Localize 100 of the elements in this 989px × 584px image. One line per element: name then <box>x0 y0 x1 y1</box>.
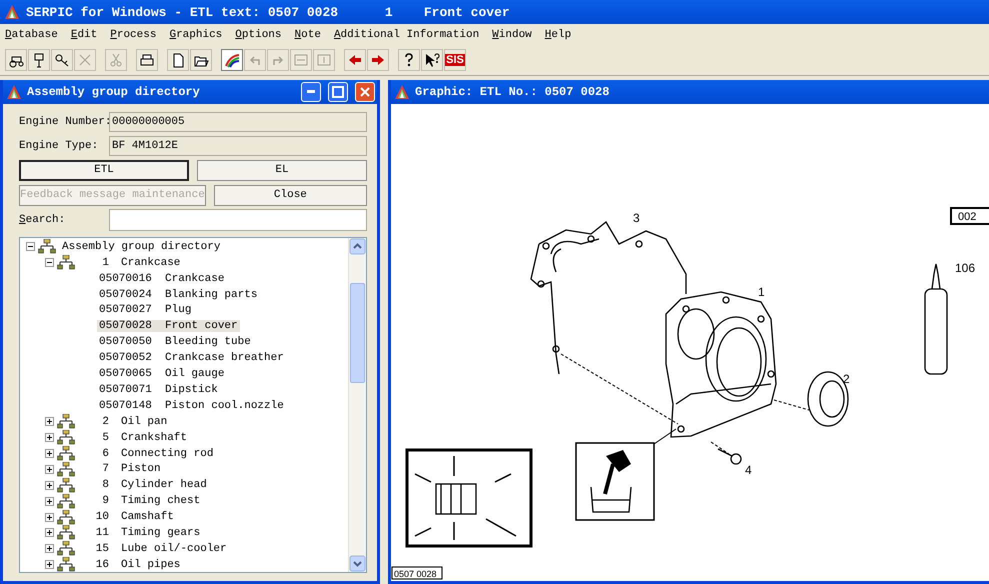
tree-item[interactable]: Connecting rod <box>119 448 216 460</box>
group-number: 15 <box>94 542 109 555</box>
tree-node-icon <box>38 239 56 254</box>
expand-icon[interactable] <box>45 417 54 426</box>
sis-button[interactable]: SIS <box>444 49 466 72</box>
window-title: SERPIC for Windows - ETL text: 0507 0028 1 Front cover <box>26 4 510 20</box>
scroll-up-icon[interactable] <box>349 238 366 255</box>
key-button[interactable] <box>51 49 73 72</box>
tree-node-icon <box>57 510 75 525</box>
fit-width-icon <box>293 52 309 68</box>
sheet-tag: 002 <box>950 206 989 225</box>
push-button[interactable]: Close <box>214 184 367 206</box>
tree-item[interactable]: 05070071 Dipstick <box>97 384 220 396</box>
tree-item[interactable]: 05070052 Crankcase breather <box>97 352 286 364</box>
menu-item[interactable]: Help <box>544 29 572 42</box>
expand-icon[interactable] <box>45 433 54 442</box>
folder-button[interactable] <box>190 49 212 72</box>
group-number: 1 <box>101 256 109 269</box>
rainbow-button[interactable] <box>221 49 243 72</box>
window-title: Graphic: ETL No.: 0507 0028 <box>415 84 610 99</box>
push-button[interactable]: ETL <box>19 160 189 181</box>
document-button[interactable] <box>167 49 189 72</box>
app-logo-icon <box>4 4 20 20</box>
read-only-field: 00000000005 <box>109 112 367 132</box>
minimize-icon <box>307 90 315 94</box>
callout-number: 1 <box>758 284 765 299</box>
group-number: 2 <box>101 416 109 428</box>
group-number: 6 <box>101 448 109 460</box>
scissors-icon <box>108 52 124 68</box>
tree-node-icon <box>57 541 75 556</box>
tree-item[interactable]: Timing gears <box>119 526 202 539</box>
window-title: Assembly group directory <box>27 84 201 99</box>
tractor-button[interactable] <box>5 49 27 72</box>
right-arrow-button[interactable] <box>367 49 389 72</box>
menu-item[interactable]: Window <box>492 29 532 42</box>
tree-item[interactable]: 05070050 Bleeding tube <box>97 336 253 348</box>
tree-item[interactable]: 05070028 Front cover <box>97 320 240 332</box>
leader-line <box>710 441 730 454</box>
collapse-icon[interactable] <box>26 242 35 252</box>
leader-line <box>654 428 676 444</box>
expand-icon[interactable] <box>45 544 54 554</box>
maximize-button[interactable] <box>328 82 348 102</box>
menu-item[interactable]: Edit <box>70 29 98 42</box>
scrollbar-thumb[interactable] <box>350 282 365 383</box>
menu-item[interactable]: Graphics <box>169 29 222 42</box>
menu-item[interactable]: Options <box>235 29 282 42</box>
tree-item[interactable]: Lube oil/-cooler <box>119 542 229 555</box>
callout-number: 106 <box>955 260 976 275</box>
expand-icon[interactable] <box>45 480 54 490</box>
printer-button[interactable] <box>136 49 158 72</box>
push-button[interactable]: EL <box>197 160 367 181</box>
tree-item[interactable]: Oil pipes <box>119 558 182 571</box>
group-number: 8 <box>101 479 109 492</box>
tree-item[interactable]: Crankcase <box>119 256 182 269</box>
tree-item[interactable]: 05070065 Oil gauge <box>97 368 226 380</box>
tree-item[interactable]: Assembly group directory <box>60 240 222 253</box>
callout-number: 2 <box>843 372 850 386</box>
left-arrow-button[interactable] <box>344 49 366 72</box>
menu-item[interactable]: Process <box>110 29 156 42</box>
read-only-field: BF 4M1012E <box>109 136 367 156</box>
group-number: 16 <box>94 558 109 571</box>
tree-node-icon <box>57 557 75 572</box>
drawing-number-label: 0507 0028 <box>392 566 442 580</box>
tree-item[interactable]: 05070016 Crankcase <box>97 272 226 285</box>
collapse-icon[interactable] <box>45 258 54 268</box>
app-logo-icon <box>394 84 410 100</box>
expand-icon[interactable] <box>45 560 54 570</box>
tree-item[interactable]: Oil pan <box>119 416 170 428</box>
expand-icon[interactable] <box>45 449 54 458</box>
group-number: 5 <box>101 432 109 444</box>
pointer-question-button[interactable] <box>421 49 443 72</box>
close-button[interactable] <box>355 82 375 102</box>
tree-node-icon <box>57 525 75 540</box>
menu-item[interactable]: Note <box>294 29 321 42</box>
expand-icon[interactable] <box>45 496 54 506</box>
pointer-question-icon <box>424 52 440 68</box>
tree-item[interactable]: 05070027 Plug <box>97 304 194 316</box>
app-logo-icon <box>6 84 22 100</box>
menu-item[interactable]: Additional Information <box>334 29 480 42</box>
minimize-button[interactable] <box>301 82 321 102</box>
scroll-down-icon[interactable] <box>349 554 366 572</box>
tree-item[interactable]: Timing chest <box>119 495 202 508</box>
menu-item[interactable]: Database <box>5 29 58 42</box>
tree-node-icon <box>57 494 75 509</box>
tree-item[interactable]: Piston <box>119 463 163 476</box>
tree-node-icon <box>57 462 75 477</box>
tree-item[interactable]: 05070024 Blanking parts <box>97 288 260 301</box>
expand-icon[interactable] <box>45 512 54 522</box>
seal-ring-drawing <box>807 371 849 427</box>
question-mark-button[interactable] <box>398 49 420 72</box>
callout-number: 4 <box>745 462 752 477</box>
bolt-drawing <box>718 448 742 465</box>
expand-icon[interactable] <box>45 464 54 474</box>
tree-item[interactable]: Camshaft <box>119 511 176 524</box>
expand-icon[interactable] <box>45 528 54 538</box>
search-field[interactable] <box>109 208 367 231</box>
tree-item[interactable]: 05070148 Piston cool.nozzle <box>97 400 286 412</box>
tree-item[interactable]: Cylinder head <box>119 479 209 492</box>
group-number: 7 <box>101 463 109 476</box>
tree-item[interactable]: Crankshaft <box>119 432 190 444</box>
